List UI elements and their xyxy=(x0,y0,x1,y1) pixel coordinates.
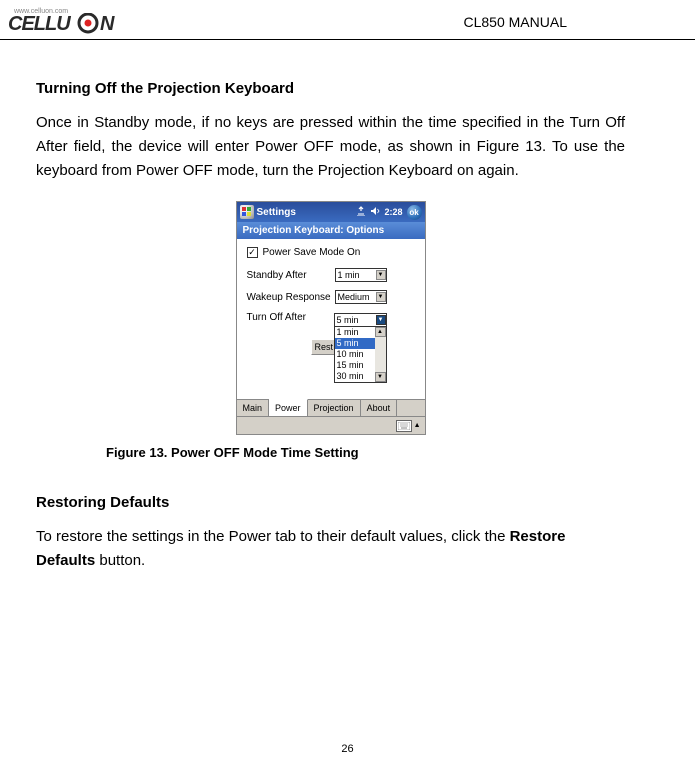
logo-area: www.celluon.com CELLU N xyxy=(8,8,138,35)
chevron-down-icon: ▼ xyxy=(376,315,386,325)
scroll-up-icon[interactable]: ▲ xyxy=(375,327,386,337)
dropdown-header: 5 min ▼ xyxy=(335,314,386,327)
section-body-restoring: To restore the settings in the Power tab… xyxy=(36,525,625,573)
pda-tabbar: Main Power Projection About xyxy=(237,399,425,416)
svg-text:N: N xyxy=(100,13,115,35)
tab-main[interactable]: Main xyxy=(237,400,270,416)
chevron-down-icon: ▼ xyxy=(376,270,386,280)
standby-after-label: Standby After xyxy=(247,270,335,281)
scroll-track[interactable] xyxy=(375,337,386,372)
keyboard-icon[interactable] xyxy=(396,420,412,432)
dropdown-list: 1 min 5 min 10 min 15 min 30 min ▲ ▼ xyxy=(335,327,386,382)
standby-after-dropdown[interactable]: 1 min ▼ xyxy=(335,268,387,282)
windows-start-icon[interactable] xyxy=(240,205,254,219)
standby-after-value: 1 min xyxy=(338,270,360,280)
wakeup-response-label: Wakeup Response xyxy=(247,292,335,303)
wakeup-response-row: Wakeup Response Medium ▼ xyxy=(247,290,415,304)
pda-body: ✓ Power Save Mode On Standby After 1 min… xyxy=(237,239,425,399)
pda-subtitle: Projection Keyboard: Options xyxy=(237,222,425,239)
speaker-icon xyxy=(370,206,380,218)
pda-titlebar-right: 2:28 ok xyxy=(356,205,421,220)
dropdown-item[interactable]: 5 min xyxy=(335,338,375,349)
pda-screenshot: Settings 2:28 ok Projection Keyboard: Op… xyxy=(236,201,426,435)
dropdown-item[interactable]: 30 min xyxy=(335,371,375,382)
section-body-turnoff: Once in Standby mode, if no keys are pre… xyxy=(36,111,625,183)
turn-off-after-value: 5 min xyxy=(337,315,359,325)
screenshot-container: Settings 2:28 ok Projection Keyboard: Op… xyxy=(36,201,625,435)
tab-about[interactable]: About xyxy=(361,400,398,416)
section-heading-restoring: Restoring Defaults xyxy=(36,494,625,511)
pda-titlebar: Settings 2:28 ok xyxy=(237,202,425,222)
turn-off-after-dropdown-open[interactable]: 5 min ▼ 1 min 5 min 10 min 15 min 30 min… xyxy=(334,313,387,383)
dropdown-item[interactable]: 15 min xyxy=(335,360,375,371)
svg-text:CELLU: CELLU xyxy=(8,13,71,35)
power-save-label: Power Save Mode On xyxy=(263,247,361,258)
turn-off-after-row: Turn Off After xyxy=(247,312,415,323)
pda-bottombar: ▲ xyxy=(237,416,425,434)
ok-button[interactable]: ok xyxy=(407,205,422,220)
tab-projection[interactable]: Projection xyxy=(308,400,361,416)
dropdown-items: 1 min 5 min 10 min 15 min 30 min xyxy=(335,327,375,382)
turn-off-after-label: Turn Off After xyxy=(247,312,335,323)
power-save-checkbox[interactable]: ✓ xyxy=(247,247,258,258)
dropdown-scrollbar[interactable]: ▲ ▼ xyxy=(375,327,386,382)
restoring-body-pre: To restore the settings in the Power tab… xyxy=(36,528,510,545)
figure-caption: Figure 13. Power OFF Mode Time Setting xyxy=(106,445,625,460)
pda-title: Settings xyxy=(257,207,296,218)
pda-titlebar-left: Settings xyxy=(240,205,296,219)
page-header: www.celluon.com CELLU N CL850 MANUAL xyxy=(0,0,695,40)
keyboard-arrow-icon[interactable]: ▲ xyxy=(414,422,421,429)
wakeup-response-value: Medium xyxy=(338,292,370,302)
celluon-logo: CELLU N xyxy=(8,13,138,35)
page-number: 26 xyxy=(0,743,695,755)
section-heading-turnoff: Turning Off the Projection Keyboard xyxy=(36,80,625,97)
dropdown-item[interactable]: 1 min xyxy=(335,327,375,338)
chevron-down-icon: ▼ xyxy=(376,292,386,302)
content-area: Turning Off the Projection Keyboard Once… xyxy=(0,40,695,573)
pda-time: 2:28 xyxy=(384,207,402,217)
power-save-row: ✓ Power Save Mode On xyxy=(247,247,415,258)
document-title: CL850 MANUAL xyxy=(464,14,568,30)
dropdown-item[interactable]: 10 min xyxy=(335,349,375,360)
scroll-down-icon[interactable]: ▼ xyxy=(375,372,386,382)
restoring-body-post: button. xyxy=(95,552,145,569)
standby-after-row: Standby After 1 min ▼ xyxy=(247,268,415,282)
signal-icon xyxy=(356,206,366,218)
wakeup-response-dropdown[interactable]: Medium ▼ xyxy=(335,290,387,304)
tab-power[interactable]: Power xyxy=(269,399,308,416)
